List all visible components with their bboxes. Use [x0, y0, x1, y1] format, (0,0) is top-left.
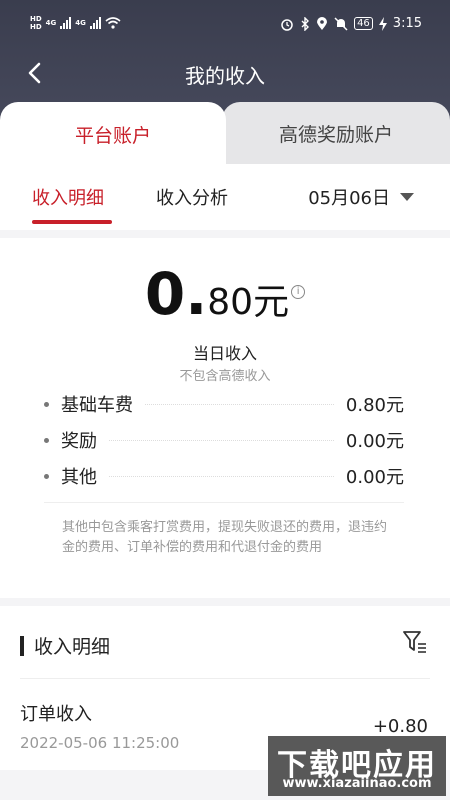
- page-title: 我的收入: [185, 64, 265, 88]
- sub-tabs: 收入明细 收入分析 05月06日: [0, 164, 450, 230]
- section-header: 收入明细: [20, 632, 110, 659]
- location-icon: [317, 16, 328, 30]
- active-tab-indicator: [32, 220, 112, 224]
- bullet: [44, 473, 49, 479]
- status-bar: HD HD 4G 4G 46 3:15: [0, 0, 450, 50]
- order-amount: +0.80: [372, 716, 428, 737]
- date-selector[interactable]: 05月06日: [308, 184, 414, 210]
- wifi-icon: [105, 17, 121, 29]
- bullet: [44, 401, 49, 407]
- nav-bar: 我的收入: [0, 50, 450, 96]
- row-value: 0.80元: [345, 395, 404, 416]
- row-label: 基础车费: [61, 395, 133, 416]
- daily-income-amount: 0.80元 i: [0, 260, 450, 328]
- breakdown-row-reward: 奖励 0.00元: [44, 426, 404, 454]
- status-time: 3:15: [392, 16, 422, 31]
- status-left: HD HD 4G 4G: [30, 15, 121, 31]
- watermark-url: www.xiazaiinao.com: [282, 776, 432, 791]
- tab-income-analysis[interactable]: 收入分析: [156, 184, 228, 210]
- tab-platform-account[interactable]: 平台账户: [0, 102, 226, 166]
- other-note: 其他中包含乘客打赏费用，提现失败退还的费用，退违约金的费用、订单补偿的费用和代退…: [62, 520, 388, 555]
- watermark: 下载吧应用 www.xiazaiinao.com: [268, 736, 446, 796]
- row-value: 0.00元: [345, 467, 404, 488]
- network-label-2: 4G: [75, 19, 86, 27]
- signal-icon-2: [89, 17, 101, 29]
- divider: [20, 678, 430, 679]
- row-label: 奖励: [61, 431, 97, 452]
- breakdown-row-other: 其他 0.00元: [44, 462, 404, 490]
- bullet: [44, 437, 49, 443]
- section-marker: [20, 635, 24, 656]
- row-value: 0.00元: [345, 431, 404, 452]
- network-label: 4G: [45, 19, 57, 27]
- mute-icon: [334, 16, 348, 31]
- tab-amap-reward-account[interactable]: 高德奖励账户: [222, 102, 450, 164]
- order-time: 2022-05-06 11:25:00: [20, 734, 180, 752]
- account-tabs: 高德奖励账户 平台账户: [0, 102, 450, 166]
- status-right: 46 3:15: [280, 16, 422, 31]
- order-name: 订单收入: [20, 704, 92, 725]
- tab-income-detail[interactable]: 收入明细: [32, 184, 104, 210]
- row-label: 其他: [61, 467, 97, 488]
- signal-icon: [60, 17, 72, 29]
- daily-income-sublabel: 不包含高德收入: [179, 369, 271, 384]
- hd-icon: HD HD: [30, 15, 42, 31]
- alarm-icon: [281, 18, 293, 31]
- battery-icon: 46: [354, 17, 373, 30]
- date-label: 05月06日: [308, 188, 390, 209]
- bluetooth-icon: [301, 16, 310, 31]
- daily-income-label: 当日收入: [192, 344, 257, 363]
- amount-decimal: 80元: [207, 282, 290, 323]
- charging-icon: [378, 16, 387, 31]
- amount-integer: 0.: [144, 260, 208, 328]
- divider: [44, 502, 404, 503]
- daily-summary-card: 0.80元 i 当日收入 不包含高德收入 基础车费 0.80元 奖励 0.00元 …: [0, 238, 450, 598]
- filter-icon[interactable]: [402, 628, 428, 656]
- breakdown-row-base-fare: 基础车费 0.80元: [44, 390, 404, 418]
- header: HD HD 4G 4G 46 3:15 我的收入 高德奖励账户 平台账户: [0, 0, 450, 166]
- section-title: 收入明细: [34, 636, 111, 658]
- dropdown-triangle-icon: [400, 193, 414, 201]
- info-icon[interactable]: i: [291, 285, 306, 299]
